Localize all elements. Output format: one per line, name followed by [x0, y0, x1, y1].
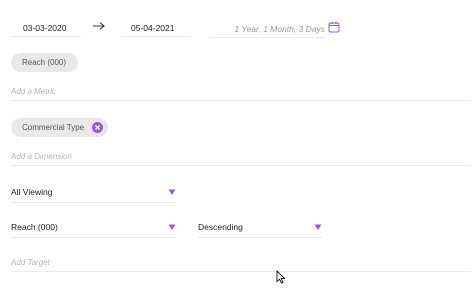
- sort-order-select[interactable]: Descending: [198, 222, 322, 238]
- add-metric-input[interactable]: Add a Metric: [11, 87, 471, 101]
- add-target-input[interactable]: Add Target: [11, 258, 471, 272]
- duration-label: 1 Year, 1 Month, 3 Days: [210, 24, 325, 38]
- caret-down-icon: [314, 223, 322, 231]
- viewing-select[interactable]: All Viewing: [11, 187, 176, 203]
- mouse-cursor-icon: [276, 269, 286, 284]
- sort-by-select-value: Reach (000): [11, 222, 58, 232]
- sort-order-select-value: Descending: [198, 222, 243, 232]
- arrow-right-icon: [92, 20, 106, 34]
- metric-chip[interactable]: Reach (000): [11, 53, 78, 72]
- add-dimension-input[interactable]: Add a Dimension: [11, 152, 471, 166]
- caret-down-icon: [168, 223, 176, 231]
- close-circle-icon[interactable]: [92, 122, 103, 133]
- end-date-field[interactable]: 05-04-2021: [121, 19, 191, 37]
- start-date-field[interactable]: 03-03-2020: [11, 19, 81, 37]
- sort-by-select[interactable]: Reach (000): [11, 222, 176, 238]
- viewing-select-value: All Viewing: [11, 187, 53, 197]
- calendar-icon[interactable]: [328, 21, 340, 33]
- caret-down-icon: [168, 188, 176, 196]
